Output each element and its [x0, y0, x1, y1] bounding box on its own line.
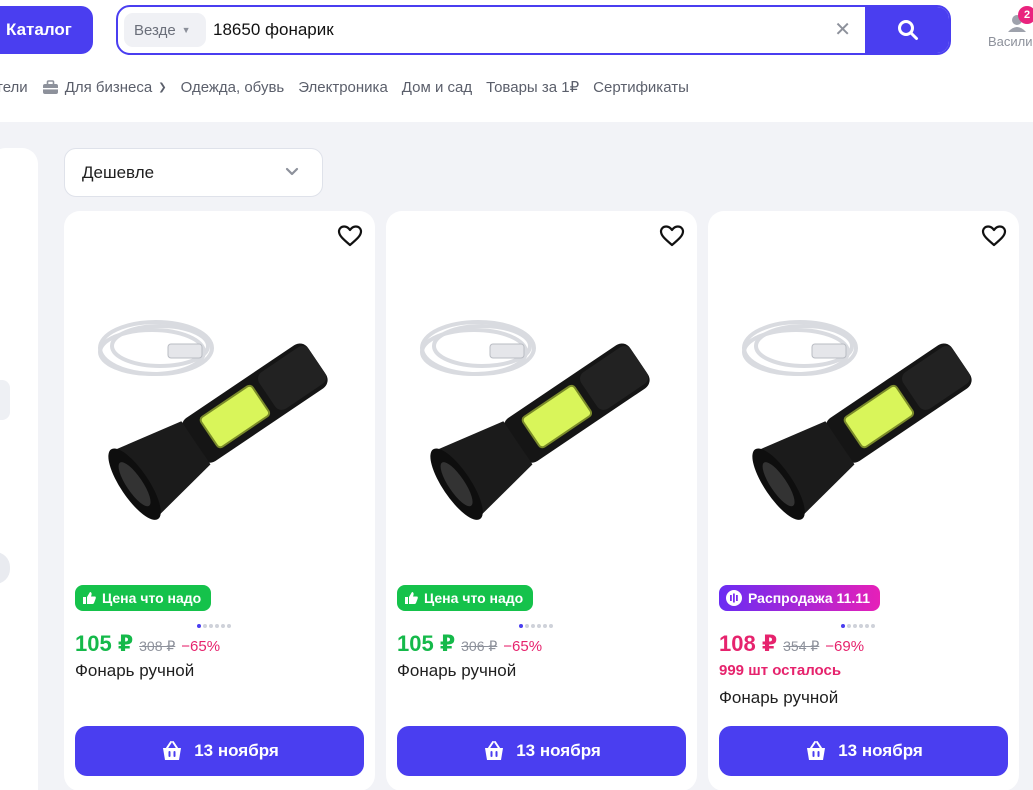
nav-item-home-garden[interactable]: Дом и сад [402, 79, 472, 96]
add-to-cart-button[interactable]: 13 ноября [75, 726, 364, 776]
price-block: 105 ₽ 308 ₽ −65% [75, 631, 220, 657]
category-nav: тели Для бизнеса ❯ Одежда, обувь Электро… [0, 76, 703, 98]
sale-icon [725, 589, 743, 607]
old-price: 308 ₽ [139, 638, 176, 654]
product-image[interactable] [410, 286, 672, 548]
nav-item-clothes[interactable]: Одежда, обувь [181, 79, 285, 96]
product-card[interactable]: Распродажа 11.11 108 ₽ 354 ₽ −69% 999 шт… [708, 211, 1019, 790]
nav-item-one-ruble[interactable]: Товары за 1₽ [486, 78, 579, 96]
old-price: 354 ₽ [783, 638, 820, 654]
flashlight [430, 343, 650, 520]
current-price: 108 ₽ [719, 631, 778, 656]
header: Каталог Везде ▼ 18650 фонарик ✕ 2 Васили… [0, 0, 1033, 122]
nav-item-label: Дом и сад [401, 78, 473, 96]
search-scope-select[interactable]: Везде ▼ [124, 13, 206, 47]
promo-label: Цена что надо [424, 590, 524, 606]
search-button[interactable] [865, 7, 949, 53]
chevron-down-icon [285, 167, 299, 176]
catalog-button[interactable]: Каталог [0, 6, 93, 54]
heart-icon[interactable] [981, 223, 1007, 249]
filter-control[interactable] [0, 380, 10, 420]
promo-badge: Распродажа 11.11 [719, 585, 881, 611]
image-carousel-dots[interactable] [197, 624, 231, 628]
heart-icon[interactable] [337, 223, 363, 249]
product-title[interactable]: Фонарь ручной [719, 688, 838, 708]
old-price: 306 ₽ [461, 638, 498, 654]
promo-label: Цена что надо [102, 590, 202, 606]
nav-item-label: Электроника [298, 78, 388, 96]
sort-selected-label: Дешевле [82, 162, 155, 182]
current-price: 105 ₽ [75, 631, 134, 656]
briefcase-icon [42, 79, 58, 94]
delivery-date-label: 13 ноября [838, 741, 923, 760]
add-to-cart-button[interactable]: 13 ноября [397, 726, 686, 776]
nav-item-label: тели [0, 78, 28, 96]
flashlight [108, 343, 328, 520]
promo-badge: Цена что надо [75, 585, 212, 611]
promo-badge: Цена что надо [397, 585, 534, 611]
clear-icon[interactable]: ✕ [834, 19, 851, 41]
search-icon [898, 20, 918, 40]
nav-item-electronics[interactable]: Электроника [298, 79, 388, 96]
promo-label: Распродажа 11.11 [748, 590, 871, 606]
stock-remaining: 999 шт осталось [719, 662, 842, 679]
sort-select[interactable]: Дешевле [64, 148, 323, 197]
product-image[interactable] [88, 286, 350, 548]
nav-item-label: Одежда, обувь [180, 78, 285, 96]
notification-badge: 2 [1018, 6, 1033, 24]
delivery-date-label: 13 ноября [194, 741, 279, 760]
product-title[interactable]: Фонарь ручной [397, 661, 516, 681]
like-icon [81, 590, 97, 606]
current-price: 105 ₽ [397, 631, 456, 656]
heart-icon[interactable] [659, 223, 685, 249]
catalog-content: Дешевле Цена что надо 105 ₽ 308 ₽ −65% Ф… [0, 122, 1033, 790]
image-carousel-dots[interactable] [841, 624, 875, 628]
price-block: 105 ₽ 306 ₽ −65% [397, 631, 542, 657]
discount: −69% [825, 638, 865, 655]
user-name: Васили [988, 34, 1033, 49]
nav-item-business[interactable]: Для бизнеса ❯ [42, 79, 167, 96]
chevron-down-icon: ❯ [158, 81, 167, 93]
product-image[interactable] [732, 286, 994, 548]
product-title[interactable]: Фонарь ручной [75, 661, 194, 681]
nav-item-certificates[interactable]: Сертификаты [593, 79, 689, 96]
add-to-cart-button[interactable]: 13 ноября [719, 726, 1008, 776]
product-card[interactable]: Цена что надо 105 ₽ 308 ₽ −65% Фонарь ру… [64, 211, 375, 790]
cart-icon [807, 741, 826, 760]
like-icon [403, 590, 419, 606]
filter-panel[interactable] [0, 148, 38, 790]
cart-icon [163, 741, 182, 760]
nav-item-label: Сертификаты [593, 78, 689, 96]
nav-item-partial[interactable]: тели [0, 79, 28, 96]
search-bar: Везде ▼ 18650 фонарик ✕ [116, 5, 951, 55]
chevron-down-icon: ▼ [181, 25, 191, 35]
nav-item-label: Для бизнеса [64, 78, 153, 96]
image-carousel-dots[interactable] [519, 624, 553, 628]
product-card[interactable]: Цена что надо 105 ₽ 306 ₽ −65% Фонарь ру… [386, 211, 697, 790]
nav-item-label: Товары за 1₽ [486, 79, 580, 96]
delivery-date-label: 13 ноября [516, 741, 601, 760]
flashlight [752, 343, 972, 520]
price-block: 108 ₽ 354 ₽ −69% [719, 631, 864, 657]
cart-icon [485, 741, 504, 760]
search-input[interactable]: 18650 фонарик [213, 20, 334, 40]
discount: −65% [503, 638, 543, 655]
discount: −65% [181, 638, 221, 655]
search-scope-label: Везде [134, 21, 176, 39]
